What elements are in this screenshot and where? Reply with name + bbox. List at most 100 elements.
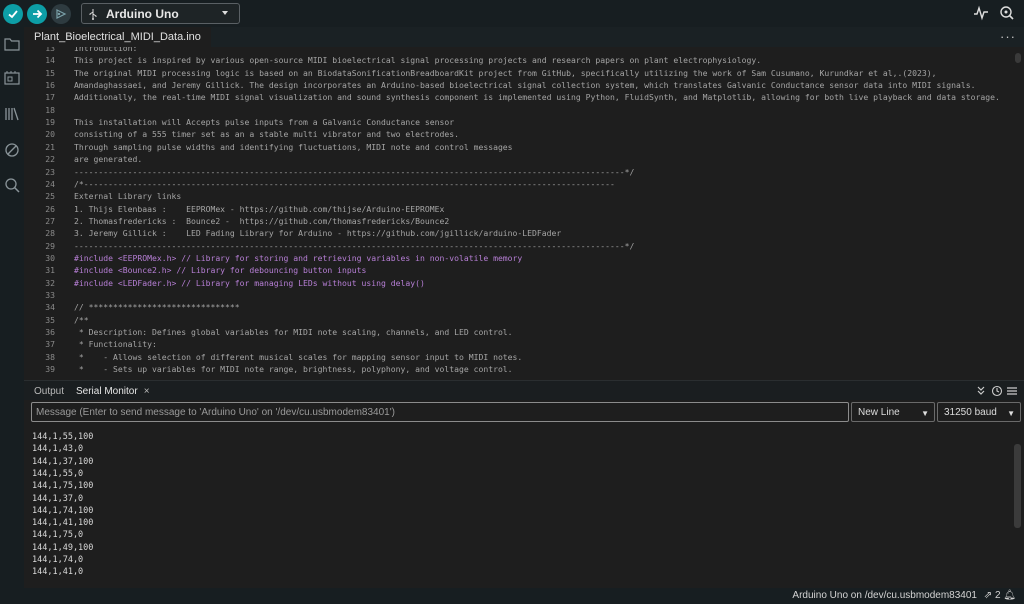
bell-icon: ⇗ [983, 590, 993, 601]
code-line: 18 [24, 104, 1024, 116]
line-text: This installation will Accepts pulse inp… [74, 117, 455, 128]
line-ending-value: New Line [858, 407, 900, 418]
line-text: Through sampling pulse widths and identi… [74, 141, 513, 152]
serial-output-line: 144,1,75,100 [32, 481, 94, 492]
line-number: 13 [45, 47, 55, 53]
serial-monitor-icon[interactable] [998, 4, 1016, 22]
serial-output-line: 144,1,43,0 [32, 444, 84, 455]
line-text: consisting of a 555 timer set as an a st… [74, 129, 459, 140]
code-line: 33 [24, 289, 1024, 301]
tab-serial-monitor[interactable]: Serial Monitor × [76, 381, 150, 401]
line-text: /*--------------------------------------… [74, 178, 615, 189]
line-number: 26 [45, 203, 55, 214]
code-line: 24 /*------------------------------------… [24, 178, 1024, 190]
tab-output[interactable]: Output [34, 381, 64, 401]
statusbar: Arduino Uno on /dev/cu.usbmodem83401 ⇗ 2… [0, 588, 1024, 604]
code-line: 13 Introduction: [24, 47, 1024, 54]
library-manager-icon[interactable] [3, 105, 21, 123]
code-line: 19 This installation will Accepts pulse i… [24, 116, 1024, 128]
close-icon[interactable]: × [144, 386, 150, 397]
chevron-down-icon: ▼ [1007, 409, 1015, 418]
line-text: #include <EEPROMex.h> // Library for sto… [74, 252, 523, 263]
line-number: 25 [45, 191, 55, 202]
code-line: 34 // ******************************* [24, 301, 1024, 313]
upload-button[interactable] [27, 3, 47, 24]
board-selector[interactable]: Arduino Uno [81, 3, 240, 24]
line-number: 32 [45, 277, 55, 288]
serial-output-line: 144,1,37,0 [32, 493, 84, 504]
serial-output-line: 144,1,75,0 [32, 530, 84, 541]
sketchbook-icon[interactable] [3, 35, 21, 53]
code-line: 17 Additionally, the real-time MIDI signa… [24, 91, 1024, 103]
serial-output-line: 144,1,41,0 [32, 567, 84, 578]
serial-output-line: 144,1,55,0 [32, 468, 84, 479]
code-line: 31 #include <Bounce2.h> // Library for de… [24, 264, 1024, 276]
line-number: 29 [45, 240, 55, 251]
search-icon[interactable] [3, 176, 21, 194]
more-options-icon[interactable]: ··· [1000, 29, 1016, 44]
line-text: // ******************************* [74, 302, 240, 313]
line-text: 1. Thijs Elenbaas : EEPROMex - https://g… [74, 203, 445, 214]
code-line: 15 The original MIDI processing logic is … [24, 67, 1024, 79]
line-text: * Functionality: [74, 339, 157, 350]
line-number: 38 [45, 351, 55, 362]
debug-icon[interactable] [3, 141, 21, 159]
line-number: 34 [45, 302, 55, 313]
code-line: 25 External Library links [24, 190, 1024, 202]
code-editor[interactable]: 13 Introduction: 14 This project is inspire… [24, 47, 1024, 379]
connection-status: Arduino Uno on /dev/cu.usbmodem83401 [792, 590, 977, 601]
code-line: 26 1. Thijs Elenbaas : EEPROMex - https:/… [24, 203, 1024, 215]
line-number: 37 [45, 339, 55, 350]
line-text: #include <Bounce2.h> // Library for debo… [74, 265, 367, 276]
code-line: 14 This project is inspired by various op… [24, 54, 1024, 66]
code-line: 23 --------------------------------------… [24, 166, 1024, 178]
serial-message-input-wrapper [31, 402, 849, 422]
autoscroll-icon[interactable] [976, 385, 986, 397]
board-name: Arduino Uno [106, 6, 179, 21]
notifications[interactable]: ⇗ 2 🔔︎ [984, 590, 1016, 601]
code-line: 39 * - Sets up variables for MIDI note r… [24, 363, 1024, 375]
boards-manager-icon[interactable] [3, 69, 21, 87]
serial-output: 144,1,55,100 144,1,43,0 144,1,37,100 144,1,… [24, 430, 1009, 582]
bell-icon: 🔔︎ [1003, 590, 1016, 601]
line-number: 39 [45, 364, 55, 375]
verify-button[interactable] [3, 3, 23, 24]
baud-rate-value: 31250 baud [944, 407, 997, 418]
clear-output-icon[interactable] [1006, 385, 1018, 397]
line-number: 36 [45, 327, 55, 338]
code-line: 21 Through sampling pulse widths and iden… [24, 141, 1024, 153]
serial-output-line: 144,1,41,100 [32, 518, 94, 529]
line-ending-select[interactable]: New Line ▼ [851, 402, 935, 422]
serial-plotter-icon[interactable] [972, 4, 990, 22]
code-line: 20 consisting of a 555 timer set as an a … [24, 128, 1024, 140]
serial-output-line: 144,1,55,100 [32, 432, 94, 442]
serial-scrollbar[interactable] [1014, 444, 1021, 528]
line-text: ----------------------------------------… [74, 240, 635, 251]
code-line: 35 /** [24, 314, 1024, 326]
serial-output-line: 144,1,74,0 [32, 555, 84, 565]
line-text: Introduction: [74, 47, 138, 53]
line-text: The original MIDI processing logic is ba… [74, 67, 937, 78]
line-number: 18 [45, 104, 55, 115]
baud-rate-select[interactable]: 31250 baud ▼ [937, 402, 1021, 422]
code-line: 16 Amandaghassaei, and Jeremy Gillick. Th… [24, 79, 1024, 91]
line-text: External Library links [74, 191, 182, 202]
code-line: 30 #include <EEPROMex.h> // Library for s… [24, 252, 1024, 264]
tab-sketch-file[interactable]: Plant_Bioelectrical_MIDI_Data.ino [24, 27, 211, 47]
line-number: 22 [45, 154, 55, 165]
debugger-icon [56, 8, 67, 19]
debugger-button[interactable] [51, 3, 71, 24]
line-number: 23 [45, 166, 55, 177]
line-number: 24 [45, 178, 55, 189]
line-number: 33 [45, 290, 55, 300]
line-number: 20 [45, 129, 55, 140]
serial-output-line: 144,1,74,100 [32, 505, 94, 516]
activity-bar [0, 27, 24, 604]
line-number: 14 [45, 55, 55, 66]
toolbar: Arduino Uno [0, 0, 1024, 27]
timestamp-icon[interactable] [991, 385, 1003, 397]
serial-message-input[interactable] [32, 403, 848, 421]
line-text: are generated. [74, 154, 143, 165]
line-number: 21 [45, 141, 55, 152]
line-text: Additionally, the real-time MIDI signal … [74, 92, 1000, 103]
